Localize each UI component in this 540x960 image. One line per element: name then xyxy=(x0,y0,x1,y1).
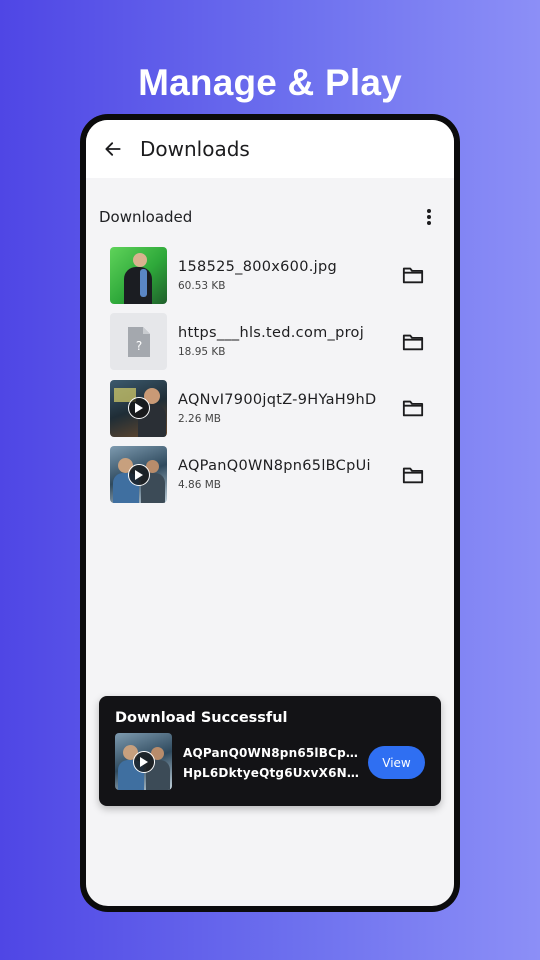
play-icon xyxy=(132,750,155,773)
list-item[interactable]: AQNvI7900jqtZ-9HYaH9hD 2.26 MB xyxy=(110,375,430,442)
download-list: 158525_800x600.jpg 60.53 KB ? https___hl… xyxy=(110,242,430,508)
file-size: 60.53 KB xyxy=(178,279,226,292)
section-title: Downloaded xyxy=(99,208,193,226)
downloaded-section-header: Downloaded xyxy=(99,202,441,232)
unknown-file-icon: ? xyxy=(127,326,150,357)
file-name: 158525_800x600.jpg xyxy=(178,258,337,275)
file-name: https___hls.ted.com_proj xyxy=(178,325,365,342)
folder-icon[interactable] xyxy=(402,332,424,352)
image-thumbnail xyxy=(110,246,167,304)
file-name: AQNvI7900jqtZ-9HYaH9hD xyxy=(178,391,377,408)
video-thumbnail xyxy=(110,379,167,437)
folder-icon[interactable] xyxy=(402,265,424,285)
snackbar-title: Download Successful xyxy=(115,710,288,726)
snackbar-file-name: AQPanQ0WN8pn65lBCpUiD HpL6DktyeQtg6UxvX6… xyxy=(183,743,363,783)
page-title: Downloads xyxy=(140,137,250,161)
list-item[interactable]: 158525_800x600.jpg 60.53 KB xyxy=(110,242,430,309)
view-button[interactable]: View xyxy=(368,746,425,779)
file-size: 4.86 MB xyxy=(178,479,221,492)
more-vertical-icon xyxy=(427,209,431,225)
video-thumbnail xyxy=(110,446,167,504)
arrow-left-icon xyxy=(105,142,121,156)
play-icon xyxy=(127,397,150,420)
folder-icon[interactable] xyxy=(402,398,424,418)
file-name: AQPanQ0WN8pn65lBCpUi xyxy=(178,458,371,475)
app-bar: Downloads xyxy=(86,120,454,178)
more-options-button[interactable] xyxy=(417,204,441,230)
list-item[interactable]: ? https___hls.ted.com_proj 18.95 KB xyxy=(110,309,430,376)
folder-icon[interactable] xyxy=(402,465,424,485)
list-item[interactable]: AQPanQ0WN8pn65lBCpUi 4.86 MB xyxy=(110,442,430,509)
back-button[interactable] xyxy=(88,120,138,178)
promo-headline: Manage & Play xyxy=(138,62,402,103)
file-name-line-2: HpL6DktyeQtg6UxvX6NJY... xyxy=(183,766,363,780)
play-icon xyxy=(127,463,150,486)
download-success-snackbar: Download Successful AQPanQ0WN8pn65lBCpUi… xyxy=(99,696,441,806)
phone-frame: Downloads Downloaded 158525_800x600.jpg … xyxy=(80,114,460,912)
file-name-line-1: AQPanQ0WN8pn65lBCpUiD xyxy=(183,746,363,760)
file-size: 18.95 KB xyxy=(178,346,226,359)
app-screen: Downloads Downloaded 158525_800x600.jpg … xyxy=(86,120,454,906)
file-thumbnail: ? xyxy=(110,313,167,371)
file-size: 2.26 MB xyxy=(178,412,221,425)
svg-text:?: ? xyxy=(135,339,141,353)
video-thumbnail xyxy=(115,733,172,790)
